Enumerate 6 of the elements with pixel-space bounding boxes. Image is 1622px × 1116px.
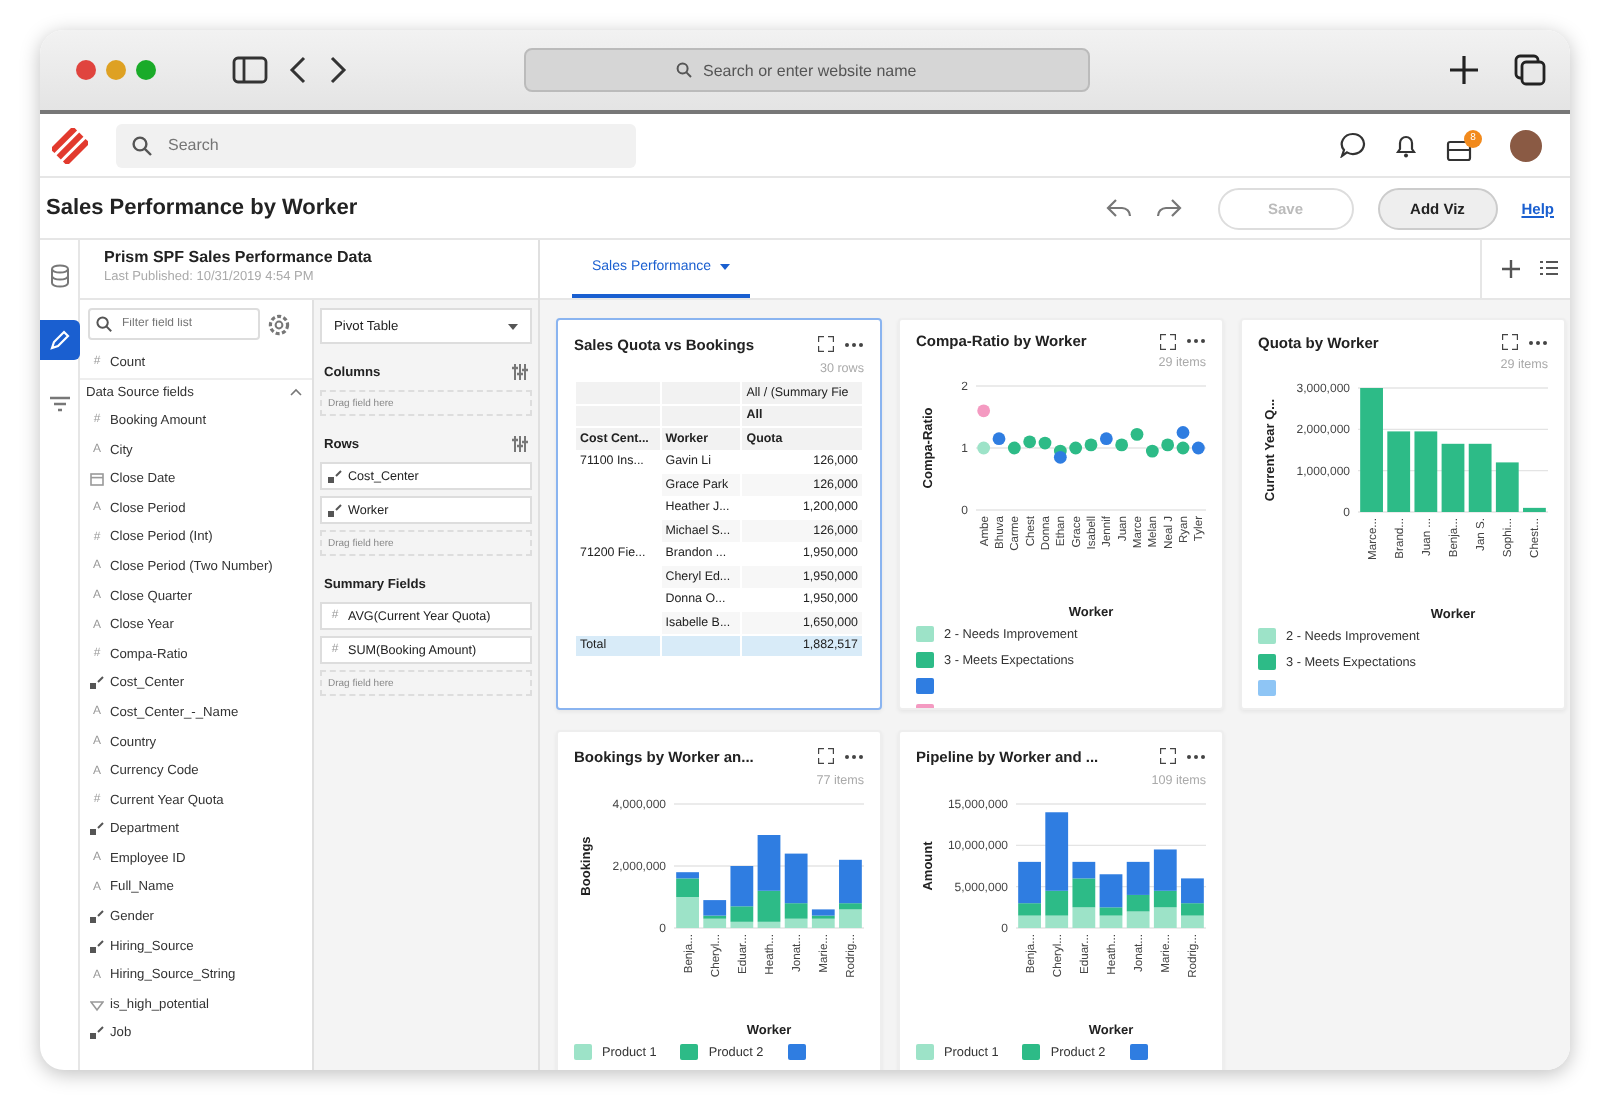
search-field[interactable]: Search <box>116 123 636 167</box>
dataset-title: Prism SPF Sales Performance Data <box>104 248 374 266</box>
address-input[interactable]: Search or enter website name <box>699 59 939 81</box>
page-title: Sales Performance by Worker <box>46 196 358 220</box>
address-bar[interactable]: Search or enter website name <box>524 48 1090 92</box>
search-input[interactable]: Search <box>164 134 620 156</box>
